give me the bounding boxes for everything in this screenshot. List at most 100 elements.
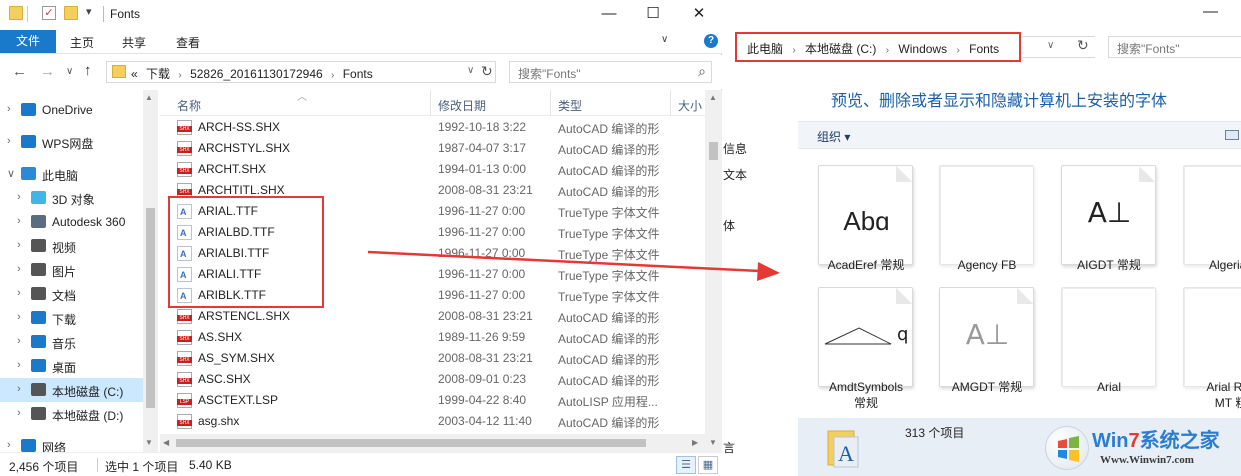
font-tile[interactable]: Abɑ [818, 165, 913, 265]
chevron-right-icon[interactable]: › [178, 70, 181, 81]
chevron-right-icon[interactable]: › [17, 407, 21, 419]
chevron-right-icon[interactable]: › [886, 45, 889, 56]
breadcrumb-item[interactable]: 52826_20161130172946 [190, 67, 323, 81]
details-view-icon[interactable]: ☰ [676, 456, 696, 474]
font-tile[interactable]: A⊥ [939, 287, 1034, 387]
file-row[interactable]: SHX ASC.SHX 2008-09-01 0:23 AutoCAD 编译的形 [160, 369, 705, 390]
large-icons-view-icon[interactable]: ▦ [698, 456, 718, 474]
sidebar-item[interactable]: › 图片 [0, 258, 143, 282]
chevron-right-icon[interactable]: › [17, 335, 21, 347]
column-header-size[interactable]: 大小 [678, 97, 702, 114]
file-row[interactable]: LSP ASCTEXT.LSP 1999-04-22 8:40 AutoLISP 应用… [160, 390, 705, 411]
scroll-down-icon[interactable]: ▼ [709, 438, 717, 447]
refresh-icon[interactable]: ↻ [481, 63, 493, 80]
scroll-down-icon[interactable]: ▼ [145, 438, 153, 447]
file-row[interactable]: SHX ARSTENCL.SHX 2008-08-31 23:21 AutoCAD 编… [160, 306, 705, 327]
sidebar-item[interactable]: › 视频 [0, 234, 143, 258]
font-tile[interactable]: ABC [1183, 165, 1241, 265]
scroll-up-icon[interactable]: ▲ [145, 93, 153, 102]
scroll-up-icon[interactable]: ▲ [709, 93, 717, 102]
column-divider[interactable] [550, 90, 551, 116]
horizontal-scrollbar[interactable]: ◀ ▶ [160, 434, 705, 452]
column-header-date[interactable]: 修改日期 [438, 97, 486, 114]
tab-file[interactable]: 文件 [0, 30, 56, 53]
minimize-button[interactable]: — [1203, 3, 1218, 20]
column-divider[interactable] [430, 90, 431, 116]
sidebar-item[interactable]: ∨ 此电脑 [0, 162, 143, 186]
tab-view[interactable]: 查看 [176, 34, 200, 51]
chevron-right-icon[interactable]: › [17, 191, 21, 203]
sidebar-item[interactable]: › 本地磁盘 (C:) [0, 378, 143, 402]
recent-locations-icon[interactable]: ∨ [66, 66, 73, 77]
tab-home[interactable]: 主页 [70, 34, 94, 51]
sidebar-item[interactable]: › 桌面 [0, 354, 143, 378]
chevron-right-icon[interactable]: › [7, 135, 11, 147]
search-icon[interactable]: ⌕ [698, 63, 706, 80]
left-pane-link[interactable]: 体 [723, 217, 735, 234]
scrollbar-thumb[interactable] [146, 208, 155, 408]
font-tile[interactable]: A⊥ [1061, 165, 1156, 265]
font-tile[interactable]: q [818, 287, 913, 387]
left-pane-link[interactable]: 信息 [723, 140, 747, 157]
sidebar-item[interactable]: › Autodesk 360 [0, 210, 143, 234]
navigation-pane-scrollbar[interactable]: ▲ ▼ [143, 90, 158, 452]
chevron-right-icon[interactable]: › [17, 383, 21, 395]
breadcrumb-item[interactable]: 此电脑 [747, 42, 783, 56]
left-pane-link[interactable]: 言 [723, 439, 735, 456]
address-dropdown-icon[interactable]: ∨ [1047, 40, 1054, 51]
file-row[interactable]: SHX AS_SYM.SHX 2008-08-31 23:21 AutoCAD 编译的… [160, 348, 705, 369]
address-dropdown-icon[interactable]: ∨ [467, 65, 474, 76]
chevron-right-icon[interactable]: › [17, 311, 21, 323]
chevron-down-icon[interactable]: ∨ [7, 167, 15, 180]
scroll-left-icon[interactable]: ◀ [163, 438, 169, 447]
sidebar-item[interactable]: › 3D 对象 [0, 186, 143, 210]
quick-access-dropdown-icon[interactable]: ▾ [86, 5, 92, 18]
refresh-icon[interactable]: ↻ [1077, 37, 1089, 54]
breadcrumb-item[interactable]: 下载 [146, 67, 170, 81]
chevron-right-icon[interactable]: › [17, 263, 21, 275]
file-row[interactable]: SHX asg.shx 2003-04-12 11:40 AutoCAD 编译的形 [160, 411, 705, 432]
scrollbar-thumb[interactable] [176, 439, 646, 447]
chevron-right-icon[interactable]: › [956, 45, 959, 56]
column-header-type[interactable]: 类型 [558, 97, 582, 114]
file-row[interactable]: SHX ARCHT.SHX 1994-01-13 0:00 AutoCAD 编译的形 [160, 159, 705, 180]
breadcrumb-item[interactable]: Fonts [343, 67, 373, 81]
back-arrow-icon[interactable]: ← [12, 63, 27, 80]
chevron-right-icon[interactable]: › [7, 439, 11, 451]
sidebar-item[interactable]: › WPS网盘 [0, 130, 143, 154]
font-tile[interactable]: Ab [1183, 287, 1241, 387]
organize-button[interactable]: 组织 ▾ [817, 128, 850, 145]
chevron-right-icon[interactable]: › [17, 239, 21, 251]
breadcrumb-item[interactable]: Windows [898, 42, 947, 56]
scroll-right-icon[interactable]: ▶ [692, 438, 698, 447]
left-pane-link[interactable]: 文本 [723, 166, 747, 183]
breadcrumb-item[interactable]: Fonts [969, 42, 999, 56]
column-header-name[interactable]: 名称 [177, 97, 201, 114]
help-icon[interactable]: ? [704, 34, 718, 48]
up-arrow-icon[interactable]: ↑ [84, 62, 92, 79]
chevron-right-icon[interactable]: › [17, 215, 21, 227]
chevron-right-icon[interactable]: › [331, 70, 334, 81]
close-button[interactable]: ✕ [676, 0, 722, 29]
search-input[interactable]: 搜索"Fonts" ⌕ [509, 61, 712, 83]
column-divider[interactable] [670, 90, 671, 116]
forward-arrow-icon[interactable]: → [40, 63, 55, 80]
expand-ribbon-icon[interactable]: ∨ [661, 34, 668, 45]
view-options-icon[interactable] [1225, 130, 1239, 140]
file-row[interactable]: SHX ARCH-SS.SHX 1992-10-18 3:22 AutoCAD 编译的… [160, 117, 705, 138]
file-row[interactable]: SHX AS.SHX 1989-11-26 9:59 AutoCAD 编译的形 [160, 327, 705, 348]
font-tile[interactable]: Abg [1061, 287, 1156, 387]
address-bar[interactable]: « 下载 › 52826_20161130172946 › Fonts ∨ ↻ [106, 61, 496, 83]
scrollbar-thumb[interactable] [709, 142, 718, 160]
new-folder-icon[interactable] [64, 6, 78, 20]
sidebar-item[interactable]: › OneDrive [0, 98, 143, 122]
chevron-right-icon[interactable]: › [17, 359, 21, 371]
search-input[interactable]: 搜索"Fonts" [1108, 36, 1241, 58]
address-bar-highlighted[interactable]: 此电脑 › 本地磁盘 (C:) › Windows › Fonts [735, 32, 1021, 62]
file-row[interactable]: SHX ARCHSTYL.SHX 1987-04-07 3:17 AutoCAD 编译… [160, 138, 705, 159]
sidebar-item[interactable]: › 下载 [0, 306, 143, 330]
chevron-right-icon[interactable]: › [17, 287, 21, 299]
chevron-right-icon[interactable]: › [792, 45, 795, 56]
chevron-right-icon[interactable]: › [7, 103, 11, 115]
sidebar-item[interactable]: › 文档 [0, 282, 143, 306]
